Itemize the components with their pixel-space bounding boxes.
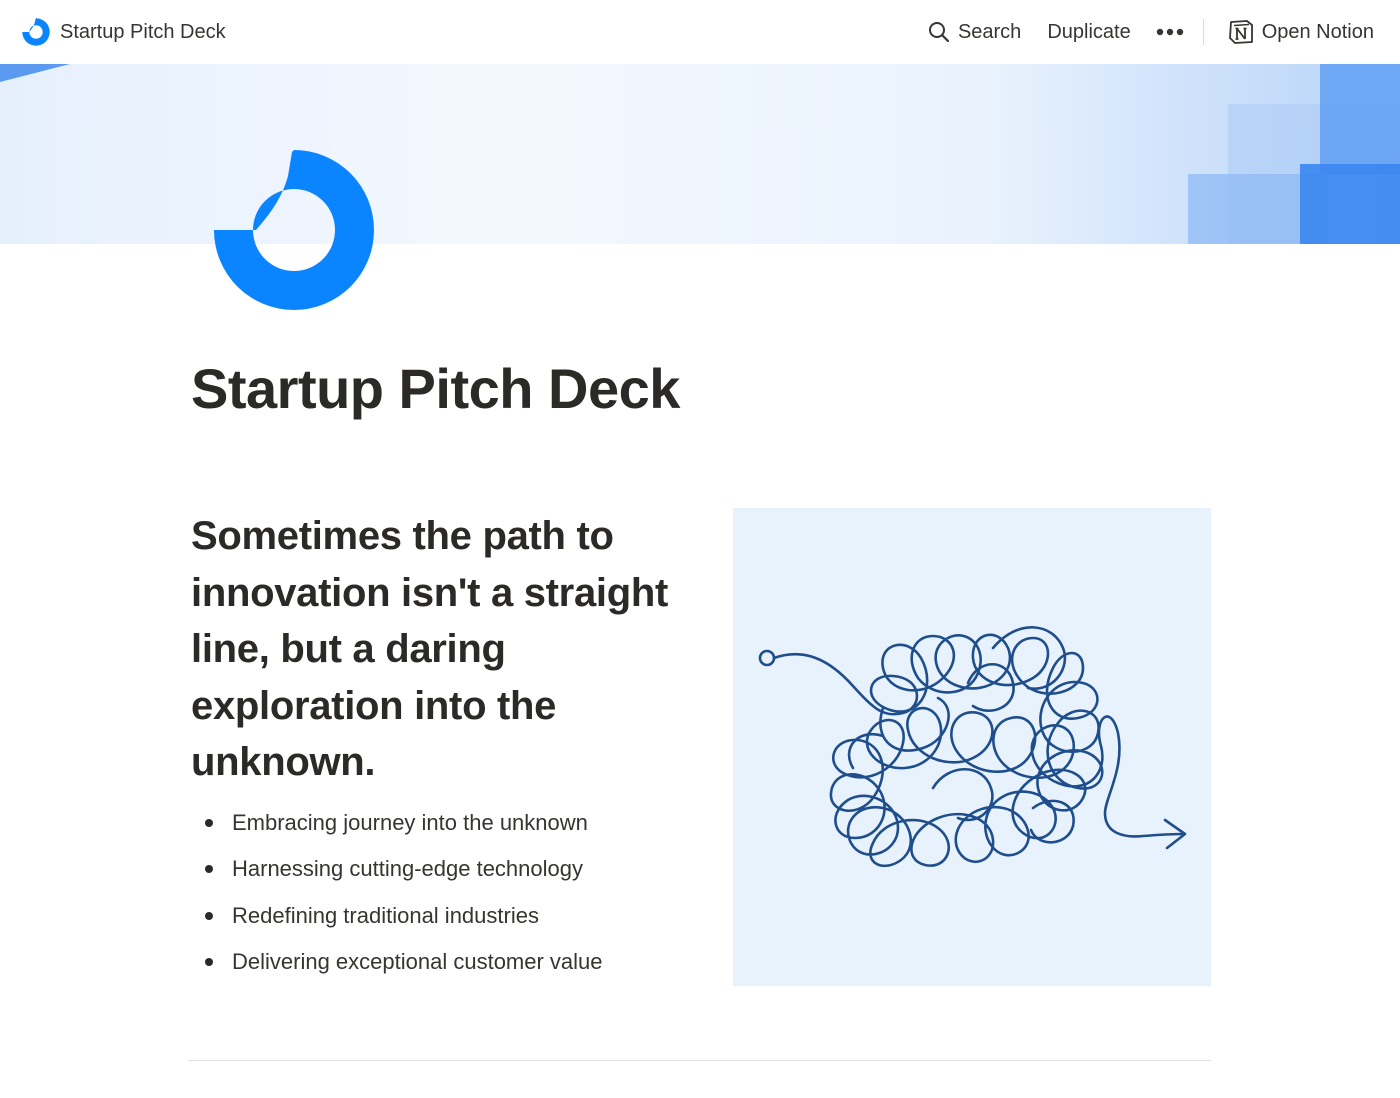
list-item: Delivering exceptional customer value (200, 939, 603, 985)
bullet-icon (205, 911, 213, 920)
cover-image (0, 64, 1400, 244)
list-item: Harnessing cutting-edge technology (200, 846, 603, 892)
site-brand-link[interactable]: Startup Pitch Deck (22, 16, 226, 48)
duplicate-label: Duplicate (1047, 20, 1131, 43)
bullet-icon (205, 865, 213, 874)
topbar-actions: Search Duplicate Open Notion (924, 14, 1378, 50)
search-icon (928, 22, 950, 43)
topbar-divider (1202, 19, 1204, 45)
list-item: Redefining traditional industries (200, 893, 603, 939)
search-label: Search (957, 20, 1022, 43)
section-divider (188, 1060, 1211, 1061)
headline-quote: Sometimes the path to innovation isn't a… (191, 514, 668, 784)
more-options-button[interactable] (1151, 23, 1189, 41)
more-dots-icon (1156, 28, 1183, 36)
search-button[interactable]: Search (924, 17, 1025, 48)
site-title: Startup Pitch Deck (60, 20, 226, 43)
tangled-path-arrow-icon (758, 626, 1187, 868)
tangled-path-illustration (733, 508, 1211, 986)
page-icon (214, 150, 374, 310)
bullet-text: Redefining traditional industries (232, 902, 539, 928)
bullet-icon (205, 958, 213, 967)
notion-logo-icon (1228, 20, 1253, 44)
bullet-text: Harnessing cutting-edge technology (232, 856, 584, 882)
list-item: Embracing journey into the unknown (200, 800, 603, 846)
open-notion-label: Open Notion (1261, 20, 1374, 43)
bullet-list: Embracing journey into the unknown Harne… (200, 800, 603, 985)
open-notion-button[interactable]: Open Notion (1224, 15, 1378, 49)
page-title: Startup Pitch Deck (191, 357, 680, 420)
top-bar: Startup Pitch Deck Search Duplicate Open… (0, 0, 1400, 64)
bullet-text: Embracing journey into the unknown (232, 810, 588, 836)
pitch-deck-logo-icon (22, 18, 50, 46)
bullet-text: Delivering exceptional customer value (232, 949, 603, 975)
bullet-icon (205, 819, 213, 828)
duplicate-button[interactable]: Duplicate (1043, 17, 1134, 48)
